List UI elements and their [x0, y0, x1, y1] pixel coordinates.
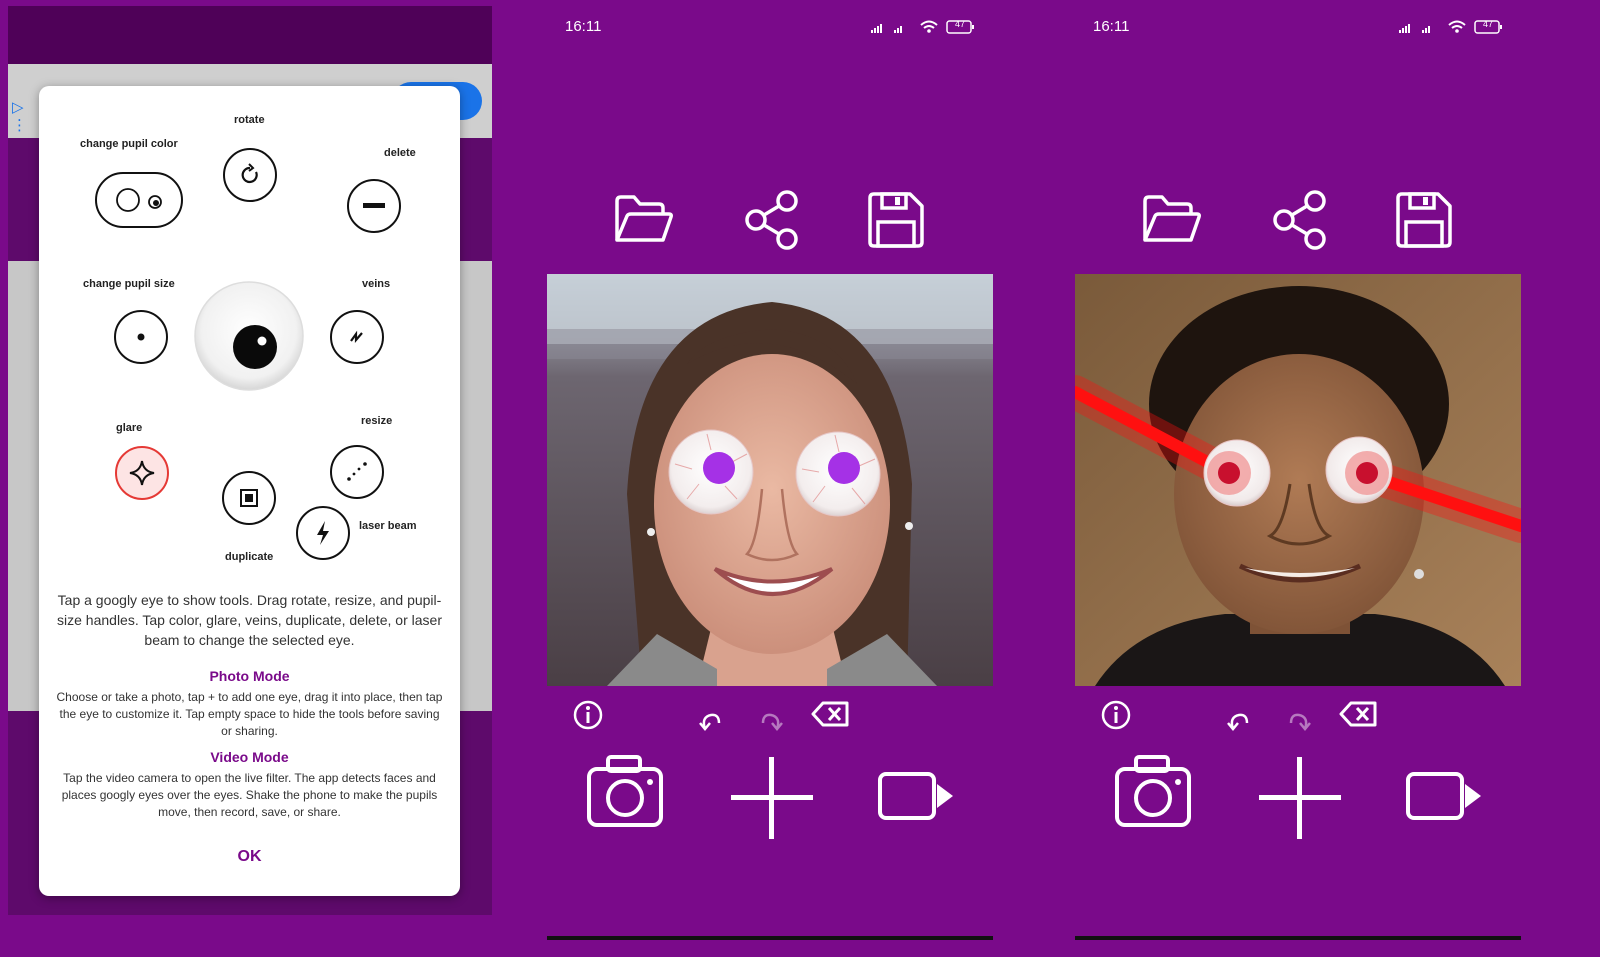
label-change-pupil-color: change pupil color — [80, 138, 178, 150]
resize-tool-icon — [330, 445, 384, 499]
googly-eye-left[interactable] — [668, 429, 754, 515]
nav-bar — [547, 936, 993, 940]
googly-eye-right[interactable] — [795, 431, 881, 517]
battery-level: 47 — [1482, 19, 1493, 29]
status-time: 16:11 — [1093, 18, 1130, 35]
save-icon[interactable] — [1394, 190, 1454, 250]
editor-screen-1: 16:11 47 — [547, 0, 1019, 940]
help-dialog: rotate change pupil color delete change … — [39, 86, 460, 896]
add-eye-icon[interactable] — [729, 755, 815, 841]
photo-canvas[interactable] — [1075, 274, 1521, 686]
editor-screen-2: 16:11 47 — [1075, 0, 1547, 940]
add-eye-icon[interactable] — [1257, 755, 1343, 841]
redo-icon[interactable] — [757, 707, 785, 733]
undo-icon[interactable] — [1225, 707, 1253, 733]
veins-tool-icon — [330, 310, 384, 364]
undo-icon[interactable] — [697, 707, 725, 733]
status-time: 16:11 — [565, 18, 602, 35]
googly-eye-preview-icon — [193, 280, 305, 392]
pupil-color-toggle-icon — [95, 172, 183, 228]
redo-icon[interactable] — [1285, 707, 1313, 733]
ok-button[interactable]: OK — [39, 848, 460, 866]
instructions-text: Tap a googly eye to show tools. Drag rot… — [57, 592, 442, 648]
clear-icon[interactable] — [811, 699, 851, 729]
info-icon[interactable] — [1099, 698, 1133, 732]
rotate-tool-icon — [223, 148, 277, 202]
photo-canvas[interactable] — [547, 274, 993, 686]
label-duplicate: duplicate — [225, 551, 274, 563]
googly-eye-right[interactable] — [1325, 436, 1393, 504]
googly-eye-left[interactable] — [1203, 439, 1271, 507]
open-folder-icon[interactable] — [1139, 192, 1203, 248]
delete-tool-icon — [347, 179, 401, 233]
clear-icon[interactable] — [1339, 699, 1379, 729]
video-camera-icon[interactable] — [877, 770, 957, 822]
camera-icon[interactable] — [586, 753, 666, 829]
label-rotate: rotate — [234, 114, 265, 126]
save-icon[interactable] — [866, 190, 926, 250]
label-change-pupil-size: change pupil size — [83, 278, 175, 290]
laser-beam-tool-icon — [296, 506, 350, 560]
glare-tool-icon — [115, 446, 169, 500]
duplicate-tool-icon — [222, 471, 276, 525]
help-screen: ▷ ⋮ rotate change pupil color delete chan… — [8, 6, 492, 915]
pupil-size-tool-icon — [114, 310, 168, 364]
photo-mode-title: Photo Mode — [209, 668, 290, 684]
info-icon[interactable] — [571, 698, 605, 732]
share-icon[interactable] — [1271, 189, 1331, 251]
photo-mode-text: Choose or take a photo, tap + to add one… — [56, 690, 443, 738]
video-camera-icon[interactable] — [1405, 770, 1485, 822]
ad-choices-icon[interactable]: ▷ ⋮ — [12, 98, 27, 134]
camera-icon[interactable] — [1114, 753, 1194, 829]
label-delete: delete — [384, 147, 416, 159]
label-glare: glare — [116, 422, 143, 434]
open-folder-icon[interactable] — [611, 192, 675, 248]
label-resize: resize — [361, 415, 393, 427]
battery-level: 47 — [954, 19, 965, 29]
label-laser-beam: laser beam — [359, 520, 417, 532]
video-mode-text: Tap the video camera to open the live fi… — [61, 771, 438, 819]
video-mode-title: Video Mode — [210, 749, 289, 765]
label-veins: veins — [362, 278, 391, 290]
share-icon[interactable] — [743, 189, 803, 251]
nav-bar — [1075, 936, 1521, 940]
